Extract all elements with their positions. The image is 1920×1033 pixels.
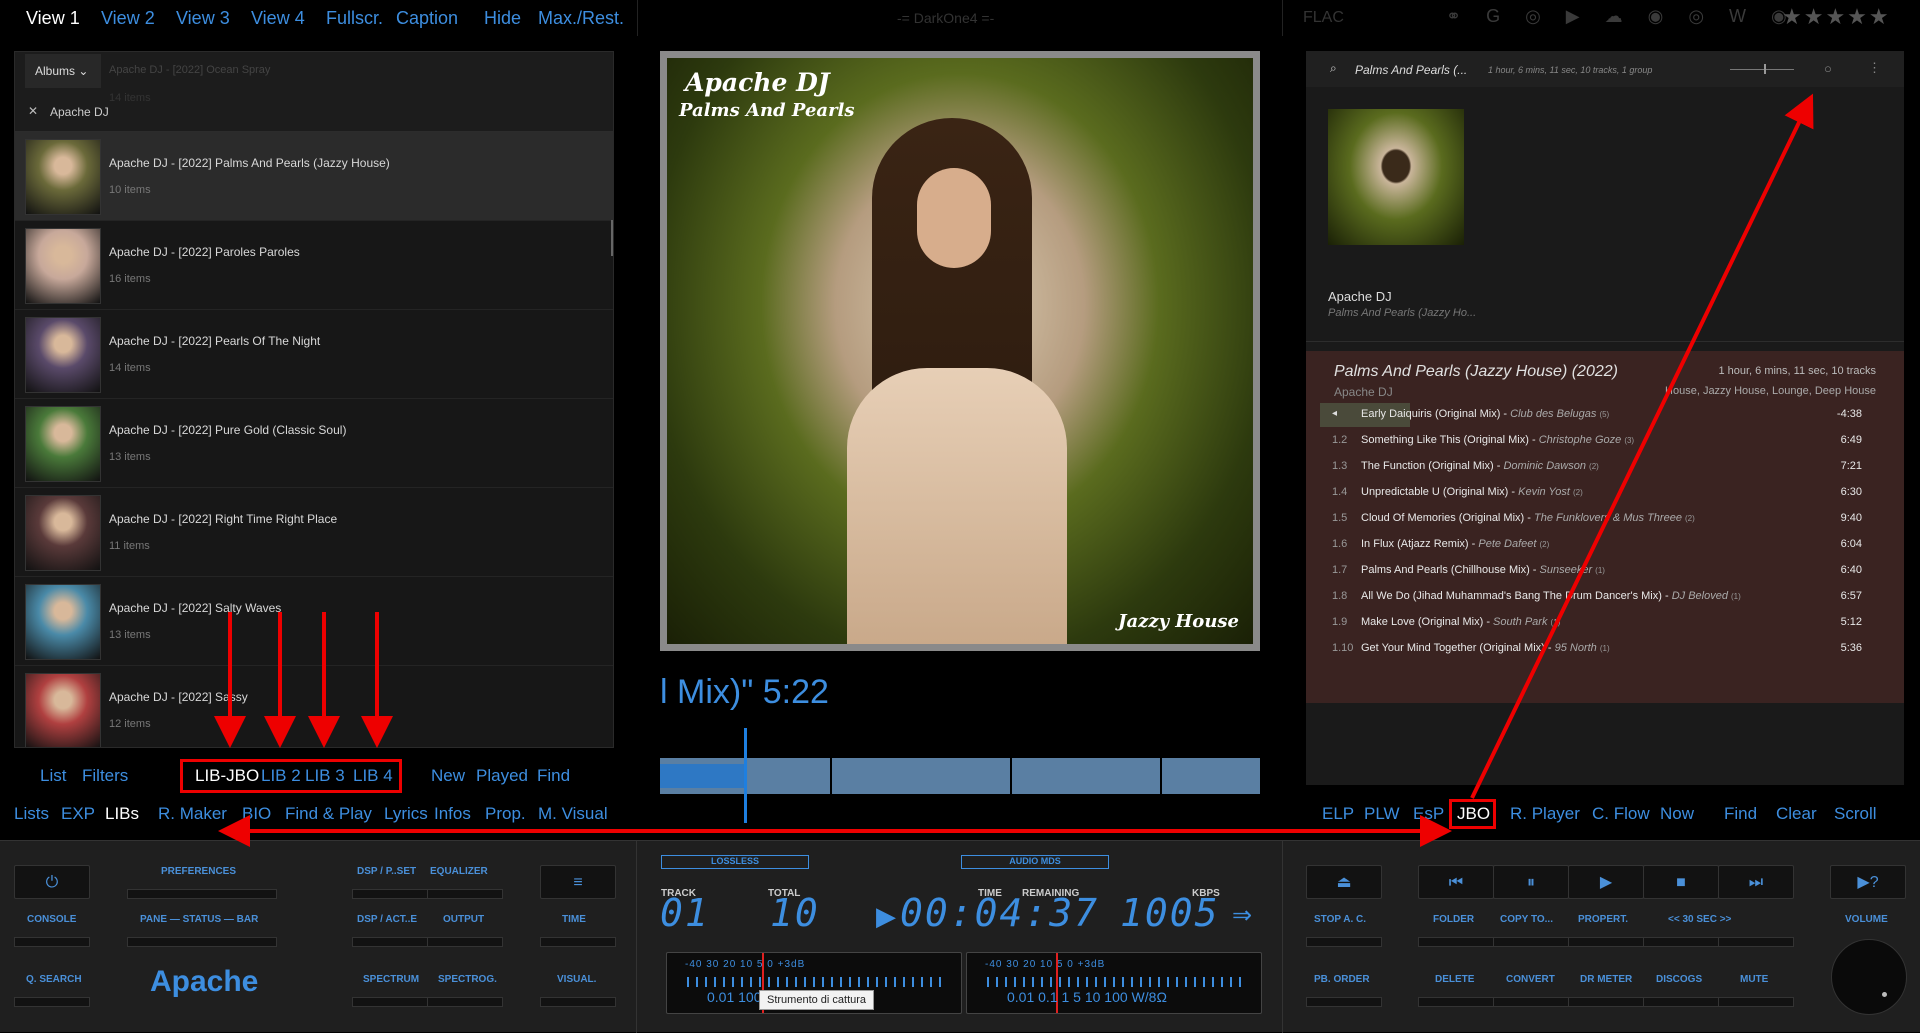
annotation-arrows bbox=[214, 93, 1814, 847]
